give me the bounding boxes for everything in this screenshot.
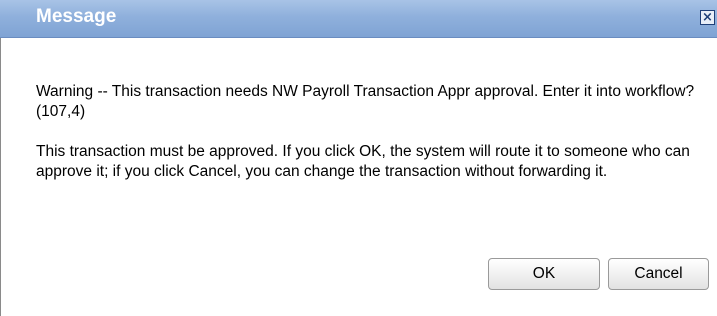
- dialog-message: Warning -- This transaction needs NW Pay…: [36, 82, 711, 202]
- dialog-left-border: [0, 38, 1, 316]
- dialog-title: Message: [36, 6, 117, 27]
- info-text: This transaction must be approved. If yo…: [36, 143, 690, 180]
- ok-button[interactable]: OK: [488, 258, 600, 290]
- dialog-titlebar[interactable]: Message ×: [0, 0, 717, 38]
- warning-text: Warning -- This transaction needs NW Pay…: [36, 83, 695, 120]
- cancel-button[interactable]: Cancel: [608, 258, 709, 290]
- message-dialog: Message × Warning -- This transaction ne…: [0, 0, 717, 316]
- close-icon[interactable]: ×: [700, 10, 715, 25]
